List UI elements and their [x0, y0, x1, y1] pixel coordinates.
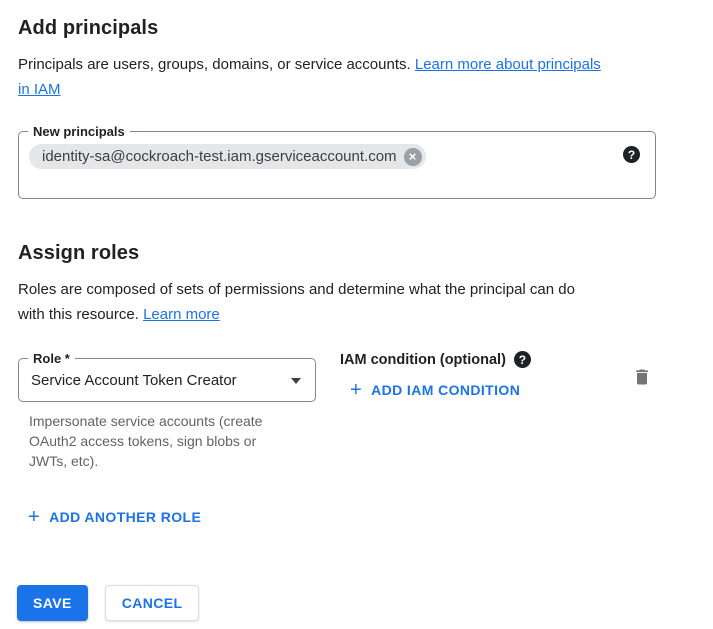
- role-helper-text: Impersonate service accounts (create OAu…: [29, 411, 340, 471]
- help-icon[interactable]: ?: [623, 146, 640, 163]
- add-another-role-label: ADD ANOTHER ROLE: [49, 509, 201, 525]
- roles-description: Roles are composed of sets of permission…: [18, 277, 680, 327]
- new-principals-label: New principals: [28, 124, 130, 139]
- save-button[interactable]: SAVE: [17, 585, 88, 621]
- iam-condition-label: IAM condition (optional): [340, 352, 506, 368]
- add-principals-title: Add principals: [18, 15, 693, 41]
- principal-chip: identity-sa@cockroach-test.iam.gservicea…: [29, 144, 426, 169]
- principals-description-text: Principals are users, groups, domains, o…: [18, 56, 411, 73]
- principal-chip-text: identity-sa@cockroach-test.iam.gservicea…: [42, 148, 397, 165]
- close-icon[interactable]: ×: [404, 148, 422, 166]
- plus-icon: +: [350, 381, 362, 399]
- roles-description-text: Roles are composed of sets of permission…: [18, 281, 575, 323]
- cancel-button[interactable]: CANCEL: [105, 585, 200, 621]
- add-iam-condition-button[interactable]: + ADD IAM CONDITION: [350, 381, 520, 399]
- role-row: Role * Service Account Token Creator Imp…: [18, 358, 678, 471]
- dropdown-arrow-icon: [291, 378, 301, 384]
- add-principals-panel: Add principals Principals are users, gro…: [0, 0, 713, 621]
- role-label: Role *: [28, 351, 75, 366]
- trash-icon: [632, 367, 652, 387]
- role-column: Role * Service Account Token Creator Imp…: [18, 358, 340, 471]
- plus-icon: +: [28, 508, 40, 526]
- role-select[interactable]: Role * Service Account Token Creator: [18, 358, 316, 402]
- add-another-role-button[interactable]: + ADD ANOTHER ROLE: [28, 508, 201, 526]
- new-principals-field[interactable]: New principals identity-sa@cockroach-tes…: [18, 131, 656, 199]
- principals-description: Principals are users, groups, domains, o…: [18, 52, 680, 102]
- help-icon[interactable]: ?: [514, 351, 531, 368]
- learn-more-roles-link[interactable]: Learn more: [143, 306, 220, 323]
- assign-roles-title: Assign roles: [18, 240, 693, 266]
- iam-condition-header: IAM condition (optional) ?: [340, 351, 531, 368]
- add-iam-condition-label: ADD IAM CONDITION: [371, 382, 520, 398]
- iam-condition-column: IAM condition (optional) ? + ADD IAM CON…: [340, 351, 531, 401]
- footer-actions: SAVE CANCEL: [17, 585, 693, 621]
- delete-role-button[interactable]: [632, 367, 652, 387]
